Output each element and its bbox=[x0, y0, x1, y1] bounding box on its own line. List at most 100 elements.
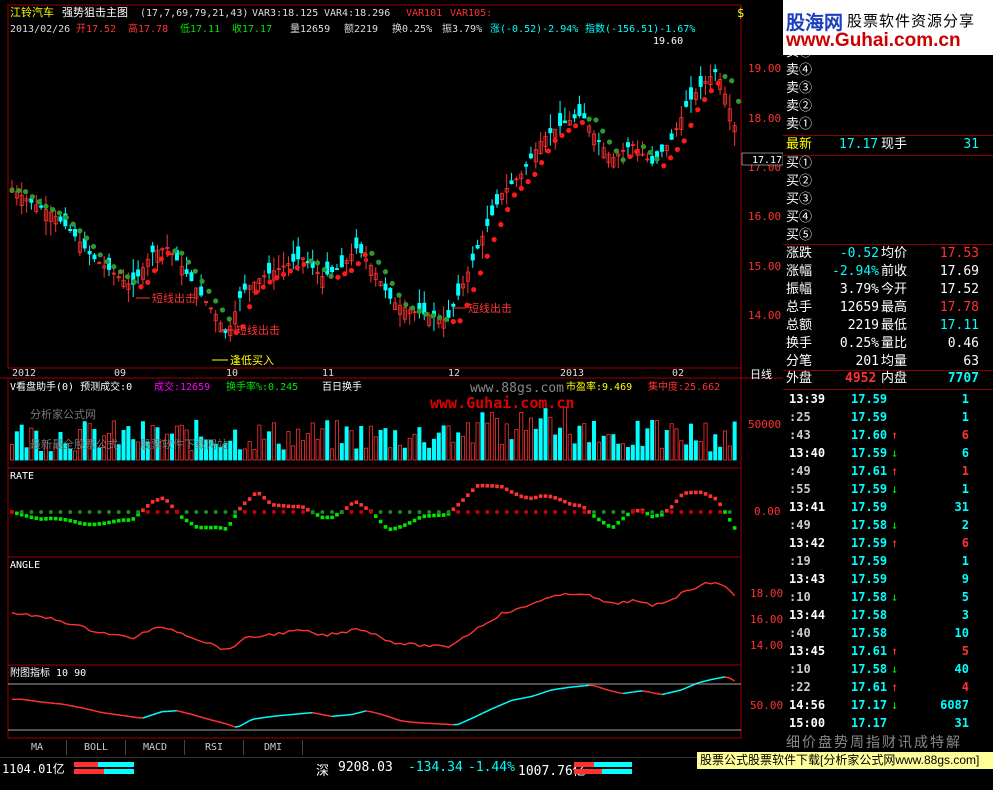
rate-baseline-dot bbox=[679, 510, 683, 514]
volume-bar bbox=[660, 448, 663, 460]
volume-bar bbox=[685, 445, 688, 460]
tick-row[interactable]: :1017.58↓5 bbox=[783, 588, 993, 606]
aux-segment bbox=[647, 692, 652, 693]
rate-dot bbox=[563, 500, 567, 504]
tick-row[interactable]: :2517.591 bbox=[783, 408, 993, 426]
candle-body bbox=[670, 134, 673, 140]
volume-bar bbox=[413, 434, 416, 460]
svg-text:18.00: 18.00 bbox=[750, 587, 783, 600]
aux-segment bbox=[492, 707, 497, 709]
rate-baseline-dot bbox=[97, 510, 101, 514]
buy-level-1[interactable]: 买① bbox=[783, 155, 993, 173]
trend-dot bbox=[512, 192, 517, 197]
volume-bar bbox=[331, 449, 334, 460]
rate-dot bbox=[476, 484, 480, 488]
outer-inner-row: 外盘 4952 内盘 7707 bbox=[783, 370, 993, 388]
rate-baseline-dot bbox=[272, 510, 276, 514]
rate-dot bbox=[379, 520, 383, 524]
tick-row[interactable]: :2217.61↑4 bbox=[783, 678, 993, 696]
rate-dot bbox=[233, 514, 237, 518]
rate-dot bbox=[471, 488, 475, 492]
rate-dot bbox=[398, 525, 402, 529]
buy-level-4[interactable]: 买④ bbox=[783, 209, 993, 227]
volume-bar bbox=[301, 441, 304, 460]
sell-level-2[interactable]: 卖② bbox=[783, 98, 993, 116]
rate-dot bbox=[583, 506, 587, 510]
rate-dot bbox=[83, 522, 87, 526]
tick-row[interactable]: :1917.591 bbox=[783, 552, 993, 570]
tab-boll[interactable]: BOLL bbox=[67, 740, 126, 755]
trend-dot bbox=[478, 270, 483, 275]
trend-dot bbox=[356, 261, 361, 266]
rate-dot bbox=[355, 500, 359, 504]
tick-row[interactable]: :4917.61↑1 bbox=[783, 462, 993, 480]
tick-row[interactable]: 13:4317.599 bbox=[783, 570, 993, 588]
latest-price-row[interactable]: 最新 17.17 现手 31 bbox=[783, 136, 993, 154]
aux-segment bbox=[482, 711, 487, 713]
tick-row[interactable]: 13:4117.5931 bbox=[783, 498, 993, 516]
tick-row[interactable]: :5517.59↓1 bbox=[783, 480, 993, 498]
volume-bar bbox=[321, 429, 324, 460]
tick-row[interactable]: 13:4217.59↑6 bbox=[783, 534, 993, 552]
rate-dot bbox=[612, 525, 616, 529]
buy-level-2[interactable]: 买② bbox=[783, 173, 993, 191]
volume-bar bbox=[500, 444, 503, 460]
sell-level-3[interactable]: 卖③ bbox=[783, 80, 993, 98]
aux-segment bbox=[512, 699, 517, 700]
rate-dot bbox=[684, 491, 688, 495]
trend-dot bbox=[145, 280, 150, 285]
trend-dot bbox=[23, 189, 28, 194]
rate-baseline-dot bbox=[708, 510, 712, 514]
svg-text:短线出击: 短线出击 bbox=[236, 323, 280, 337]
rate-dot bbox=[272, 503, 276, 507]
rate-dot bbox=[98, 522, 102, 526]
tick-row[interactable]: 13:3917.591 bbox=[783, 390, 993, 408]
aux-segment bbox=[652, 693, 657, 694]
aux-panel-border bbox=[8, 665, 741, 738]
tab-ma[interactable]: MA bbox=[8, 740, 67, 755]
aux-segment bbox=[371, 712, 376, 713]
candle-body bbox=[447, 310, 450, 317]
aux-segment bbox=[633, 691, 638, 692]
candlesticks[interactable] bbox=[10, 64, 736, 341]
candle-body bbox=[137, 270, 140, 276]
svg-text:短线出击: 短线出击 bbox=[152, 291, 196, 305]
rate-dot bbox=[427, 514, 431, 518]
buy-level-5[interactable]: 买⑤ bbox=[783, 227, 993, 245]
volume-bar bbox=[190, 451, 193, 460]
aux-segment bbox=[313, 713, 318, 714]
tab-rsi[interactable]: RSI bbox=[185, 740, 244, 755]
trend-dot bbox=[654, 157, 659, 162]
tick-row[interactable]: :4017.5810 bbox=[783, 624, 993, 642]
tick-row[interactable]: :1017.58↓40 bbox=[783, 660, 993, 678]
aux-segment bbox=[628, 692, 633, 693]
rate-dot bbox=[393, 527, 397, 531]
sell-level-1[interactable]: 卖① bbox=[783, 116, 993, 134]
volume-bars[interactable] bbox=[10, 407, 736, 460]
tick-row[interactable]: 14:5617.17↓6087 bbox=[783, 696, 993, 714]
tick-row[interactable]: :4317.60↑6 bbox=[783, 426, 993, 444]
sell-level-4[interactable]: 卖④ bbox=[783, 62, 993, 80]
aux-segment bbox=[259, 718, 264, 719]
rate-dot bbox=[141, 508, 145, 512]
ad-banner[interactable]: 股票公式股票软件下载[分析家公式网www.88gs.com] bbox=[697, 752, 993, 769]
volume-bar bbox=[432, 439, 435, 460]
tab-dmi[interactable]: DMI bbox=[244, 740, 303, 755]
tick-row[interactable]: 15:0017.1731 bbox=[783, 714, 993, 732]
dollar-icon[interactable]: $ bbox=[737, 6, 744, 20]
buy-level-3[interactable]: 买③ bbox=[783, 191, 993, 209]
chart-area[interactable]: 江铃汽车 强势狙击主图 (17,7,69,79,21,43) VAR3:18.1… bbox=[0, 0, 783, 740]
candle-body bbox=[185, 270, 188, 274]
tab-macd[interactable]: MACD bbox=[126, 740, 185, 755]
svg-text:02: 02 bbox=[672, 368, 684, 379]
panel-bottom-tabs[interactable]: 细价盘势周指财讯成特解 bbox=[783, 734, 993, 752]
sell-level-5[interactable]: 卖⑤ bbox=[783, 44, 993, 62]
volume-bar bbox=[234, 430, 237, 460]
tick-row[interactable]: 13:4517.61↑5 bbox=[783, 642, 993, 660]
tick-row[interactable]: 13:4017.59↓6 bbox=[783, 444, 993, 462]
tick-row[interactable]: 13:4417.583 bbox=[783, 606, 993, 624]
rate-dot bbox=[709, 494, 713, 498]
trend-dot bbox=[274, 275, 279, 280]
tick-row[interactable]: :4917.58↓2 bbox=[783, 516, 993, 534]
aux-segment bbox=[400, 720, 405, 721]
